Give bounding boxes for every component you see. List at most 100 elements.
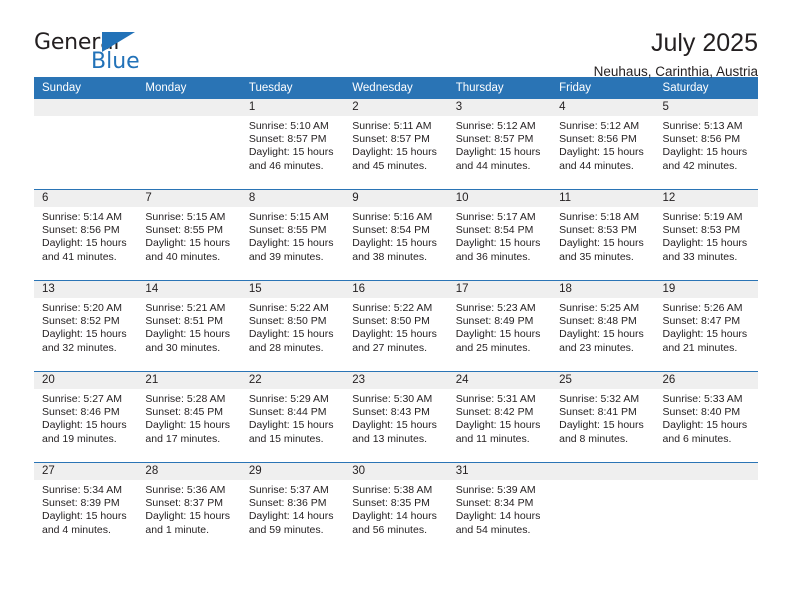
daylight-duration: Daylight: 14 hours and 59 minutes. <box>248 510 334 536</box>
sunset-time: Sunset: 8:35 PM <box>352 497 430 510</box>
day-details: Sunrise: 5:16 AM Sunset: 8:54 PM Daylight:… <box>344 207 447 264</box>
daylight-duration: Daylight: 15 hours and 38 minutes. <box>352 237 437 263</box>
daylight-duration: Daylight: 15 hours and 27 minutes. <box>352 328 437 354</box>
day-details: Sunrise: 5:38 AM Sunset: 8:35 PM Daylight:… <box>344 480 447 537</box>
calendar-day-cell[interactable]: 18 Sunrise: 5:25 AM Sunset: 8:48 PM Dayligh… <box>551 281 655 371</box>
day-details: Sunrise: 5:14 AM Sunset: 8:56 PM Daylight:… <box>34 207 137 264</box>
sunset-time: Sunset: 8:57 PM <box>248 133 327 146</box>
sunrise-time: Sunrise: 5:12 AM <box>455 120 536 132</box>
calendar-day-cell[interactable]: 29 Sunrise: 5:37 AM Sunset: 8:36 PM Dayligh… <box>240 463 345 553</box>
calendar-day-cell[interactable]: 28 Sunrise: 5:36 AM Sunset: 8:37 PM Dayligh… <box>137 463 241 553</box>
calendar-day-cell-empty <box>137 99 241 189</box>
daylight-duration: Daylight: 15 hours and 4 minutes. <box>42 510 127 536</box>
sunrise-time: Sunrise: 5:12 AM <box>559 120 640 132</box>
calendar-day-cell[interactable]: 17 Sunrise: 5:23 AM Sunset: 8:49 PM Dayligh… <box>447 281 552 371</box>
calendar-day-cell[interactable]: 15 Sunrise: 5:22 AM Sunset: 8:50 PM Dayligh… <box>240 281 345 371</box>
weekday-header-tuesday: Tuesday <box>248 82 293 94</box>
day-number: 28 <box>137 463 241 480</box>
calendar-day-cell[interactable]: 1 Sunrise: 5:10 AM Sunset: 8:57 PM Daylight… <box>240 99 345 189</box>
day-number: 4 <box>551 99 655 116</box>
daylight-duration: Daylight: 15 hours and 35 minutes. <box>559 237 644 263</box>
calendar-day-cell[interactable]: 4 Sunrise: 5:12 AM Sunset: 8:56 PM Daylight… <box>551 99 655 189</box>
calendar-day-cell[interactable]: 10 Sunrise: 5:17 AM Sunset: 8:54 PM Dayligh… <box>447 190 552 280</box>
day-number: 14 <box>137 281 241 298</box>
day-number: 8 <box>240 190 345 207</box>
sunrise-time: Sunrise: 5:13 AM <box>662 120 743 132</box>
calendar-day-cell[interactable]: 12 Sunrise: 5:19 AM Sunset: 8:53 PM Dayligh… <box>654 190 758 280</box>
day-number: 27 <box>34 463 138 480</box>
calendar-day-cell[interactable]: 19 Sunrise: 5:26 AM Sunset: 8:47 PM Dayligh… <box>654 281 758 371</box>
sunset-time: Sunset: 8:52 PM <box>42 315 120 328</box>
sunrise-time: Sunrise: 5:38 AM <box>352 484 433 496</box>
calendar-day-cell[interactable]: 3 Sunrise: 5:12 AM Sunset: 8:57 PM Daylight… <box>447 99 552 189</box>
generalblue-logo[interactable]: General Blue <box>34 30 154 80</box>
calendar-day-cell[interactable]: 13 Sunrise: 5:20 AM Sunset: 8:52 PM Dayligh… <box>34 281 138 371</box>
daylight-duration: Daylight: 15 hours and 45 minutes. <box>352 146 437 172</box>
calendar-day-cell[interactable]: 20 Sunrise: 5:27 AM Sunset: 8:46 PM Dayligh… <box>34 372 138 462</box>
calendar-day-cell[interactable]: 5 Sunrise: 5:13 AM Sunset: 8:56 PM Daylight… <box>654 99 758 189</box>
calendar-day-cell[interactable]: 8 Sunrise: 5:15 AM Sunset: 8:55 PM Daylight… <box>240 190 345 280</box>
day-number: 18 <box>551 281 655 298</box>
day-number <box>34 99 138 116</box>
day-details: Sunrise: 5:15 AM Sunset: 8:55 PM Daylight:… <box>137 207 240 264</box>
sunrise-time: Sunrise: 5:21 AM <box>145 302 226 314</box>
sunset-time: Sunset: 8:45 PM <box>145 406 224 419</box>
sunrise-time: Sunrise: 5:17 AM <box>455 211 536 223</box>
sunset-time: Sunset: 8:55 PM <box>145 224 224 237</box>
day-number: 11 <box>551 190 655 207</box>
daylight-duration: Daylight: 15 hours and 36 minutes. <box>455 237 541 263</box>
calendar-day-cell[interactable]: 14 Sunrise: 5:21 AM Sunset: 8:51 PM Dayligh… <box>137 281 241 371</box>
sunset-time: Sunset: 8:37 PM <box>145 497 224 510</box>
day-number: 19 <box>654 281 758 298</box>
day-details: Sunrise: 5:15 AM Sunset: 8:55 PM Daylight:… <box>241 207 344 264</box>
sunrise-time: Sunrise: 5:11 AM <box>352 120 432 132</box>
sunrise-time: Sunrise: 5:33 AM <box>662 393 743 405</box>
sunrise-time: Sunrise: 5:10 AM <box>248 120 329 132</box>
daylight-duration: Daylight: 15 hours and 44 minutes. <box>455 146 541 172</box>
calendar-page: General Blue July 2025 Neuhaus, Carinthi… <box>0 0 792 612</box>
calendar-day-cell[interactable]: 2 Sunrise: 5:11 AM Sunset: 8:57 PM Daylight… <box>344 99 448 189</box>
day-number: 10 <box>447 190 552 207</box>
day-details: Sunrise: 5:37 AM Sunset: 8:36 PM Daylight:… <box>241 480 344 537</box>
calendar-day-cell[interactable]: 6 Sunrise: 5:14 AM Sunset: 8:56 PM Daylight… <box>34 190 138 280</box>
daylight-duration: Daylight: 15 hours and 39 minutes. <box>248 237 334 263</box>
daylight-duration: Daylight: 15 hours and 11 minutes. <box>455 419 541 445</box>
calendar-day-cell[interactable]: 26 Sunrise: 5:33 AM Sunset: 8:40 PM Dayligh… <box>654 372 758 462</box>
calendar-day-cell[interactable]: 9 Sunrise: 5:16 AM Sunset: 8:54 PM Daylight… <box>344 190 448 280</box>
calendar-day-cell[interactable]: 21 Sunrise: 5:28 AM Sunset: 8:45 PM Dayligh… <box>137 372 241 462</box>
calendar-day-cell[interactable]: 16 Sunrise: 5:22 AM Sunset: 8:50 PM Dayligh… <box>344 281 448 371</box>
calendar-day-cell[interactable]: 7 Sunrise: 5:15 AM Sunset: 8:55 PM Daylight… <box>137 190 241 280</box>
daylight-duration: Daylight: 15 hours and 28 minutes. <box>248 328 334 354</box>
day-number: 9 <box>344 190 448 207</box>
weekday-header-saturday: Saturday <box>662 82 709 94</box>
sunrise-time: Sunrise: 5:37 AM <box>248 484 329 496</box>
daylight-duration: Daylight: 15 hours and 42 minutes. <box>662 146 748 172</box>
calendar-day-cell[interactable]: 27 Sunrise: 5:34 AM Sunset: 8:39 PM Dayligh… <box>34 463 138 553</box>
daylight-duration: Daylight: 15 hours and 30 minutes. <box>145 328 231 354</box>
sunrise-time: Sunrise: 5:26 AM <box>662 302 743 314</box>
sunrise-time: Sunrise: 5:23 AM <box>455 302 536 314</box>
sunset-time: Sunset: 8:46 PM <box>42 406 120 419</box>
calendar-day-cell[interactable]: 22 Sunrise: 5:29 AM Sunset: 8:44 PM Dayligh… <box>240 372 345 462</box>
day-number: 7 <box>137 190 241 207</box>
day-details: Sunrise: 5:29 AM Sunset: 8:44 PM Daylight:… <box>241 389 344 446</box>
sunset-time: Sunset: 8:41 PM <box>559 406 637 419</box>
daylight-duration: Daylight: 15 hours and 19 minutes. <box>42 419 127 445</box>
daylight-duration: Daylight: 15 hours and 33 minutes. <box>662 237 748 263</box>
page-title: July 2025 <box>650 29 758 57</box>
calendar-day-cell[interactable]: 11 Sunrise: 5:18 AM Sunset: 8:53 PM Dayligh… <box>551 190 655 280</box>
day-details: Sunrise: 5:17 AM Sunset: 8:54 PM Daylight:… <box>448 207 551 264</box>
weekday-header-row: Sunday Monday Tuesday Wednesday Thursday… <box>34 77 758 99</box>
day-details: Sunrise: 5:22 AM Sunset: 8:50 PM Daylight:… <box>241 298 344 355</box>
day-number: 24 <box>447 372 552 389</box>
sunset-time: Sunset: 8:50 PM <box>352 315 430 328</box>
calendar-day-cell[interactable]: 23 Sunrise: 5:30 AM Sunset: 8:43 PM Dayligh… <box>344 372 448 462</box>
sunrise-time: Sunrise: 5:28 AM <box>145 393 226 405</box>
calendar-day-cell[interactable]: 30 Sunrise: 5:38 AM Sunset: 8:35 PM Dayligh… <box>344 463 448 553</box>
calendar-day-cell[interactable]: 24 Sunrise: 5:31 AM Sunset: 8:42 PM Dayligh… <box>447 372 552 462</box>
day-number: 23 <box>344 372 448 389</box>
day-details: Sunrise: 5:12 AM Sunset: 8:56 PM Daylight:… <box>551 116 654 173</box>
calendar-day-cell[interactable]: 25 Sunrise: 5:32 AM Sunset: 8:41 PM Dayligh… <box>551 372 655 462</box>
calendar-day-cell[interactable]: 31 Sunrise: 5:39 AM Sunset: 8:34 PM Dayligh… <box>447 463 552 553</box>
sunset-time: Sunset: 8:42 PM <box>455 406 534 419</box>
